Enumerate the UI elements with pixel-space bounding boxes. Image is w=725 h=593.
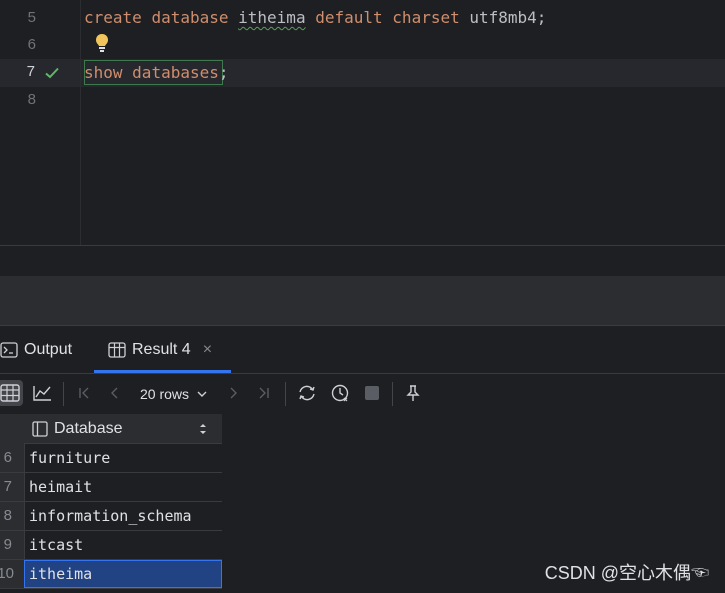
line-number: 6 xyxy=(27,36,36,53)
table-row[interactable]: 9 itcast xyxy=(0,531,222,560)
watermark-text: CSDN @空心木偶☜ xyxy=(544,563,709,583)
code-token: itheima xyxy=(238,8,306,27)
cell-database[interactable]: itcast xyxy=(24,531,222,559)
row-number: 7 xyxy=(0,473,24,501)
grid-header: Database xyxy=(0,414,222,444)
reload-button[interactable] xyxy=(294,380,320,406)
code-token: default xyxy=(315,8,383,27)
toolbar-separator xyxy=(63,382,64,406)
row-number-header[interactable] xyxy=(0,414,24,444)
editor-bottom-space xyxy=(0,246,725,276)
first-page-icon xyxy=(79,387,89,399)
prev-page-button[interactable] xyxy=(102,380,128,406)
close-icon[interactable]: × xyxy=(203,341,212,359)
sort-icon[interactable] xyxy=(198,422,208,436)
tab-result-label: Result 4 xyxy=(132,340,191,358)
column-header-label: Database xyxy=(54,420,123,437)
checkmark-icon xyxy=(45,67,59,79)
page-size-label: 20 rows xyxy=(140,386,190,402)
last-page-icon xyxy=(259,387,269,399)
lightbulb-icon[interactable] xyxy=(93,32,111,54)
results-tab-bar: Output Result 4 × xyxy=(0,326,725,373)
tab-result-4[interactable]: Result 4 × xyxy=(108,326,212,373)
prev-page-icon xyxy=(111,387,118,399)
cell-database[interactable]: itheima xyxy=(24,560,222,588)
code-token: utf8mb4; xyxy=(469,8,547,27)
code-token: charset xyxy=(392,8,460,27)
pin-icon xyxy=(406,385,420,401)
column-icon xyxy=(32,421,48,437)
panel-splitter[interactable] xyxy=(0,276,725,326)
code-token: databases xyxy=(132,63,219,82)
line-number: 8 xyxy=(27,91,36,108)
results-toolbar: 20 rows xyxy=(0,373,725,414)
row-number: 9 xyxy=(0,531,24,559)
column-header-database[interactable]: Database xyxy=(24,414,222,444)
page-size-select[interactable]: 20 rows xyxy=(140,380,209,408)
sql-editor[interactable]: 5 6 7 8 create database itheima default … xyxy=(0,0,725,245)
stop-button[interactable] xyxy=(359,380,385,406)
line-number: 7 xyxy=(26,63,35,80)
last-page-button[interactable] xyxy=(251,380,277,406)
line-number: 5 xyxy=(27,9,36,26)
pin-button[interactable] xyxy=(400,380,426,406)
table-view-button[interactable] xyxy=(0,380,23,406)
first-page-button[interactable] xyxy=(71,380,97,406)
code-token: ; xyxy=(218,63,229,82)
toolbar-separator xyxy=(285,382,286,406)
row-number: 8 xyxy=(0,502,24,530)
row-number: 6 xyxy=(0,444,24,472)
result-grid[interactable]: Database 6 furniture 7 heimait 8 informa… xyxy=(0,414,725,593)
code-token: create xyxy=(84,8,142,27)
cell-database[interactable]: heimait xyxy=(24,473,222,501)
table-row[interactable]: 8 information_schema xyxy=(0,502,222,531)
code-line-7[interactable]: show databases; xyxy=(84,59,229,87)
toolbar-separator xyxy=(392,382,393,406)
code-line-5[interactable]: create database itheima default charset … xyxy=(84,4,546,32)
gutter-separator xyxy=(80,0,81,245)
code-token: show xyxy=(84,63,123,82)
chart-view-icon xyxy=(33,386,51,401)
gutter-line-6[interactable]: 6 xyxy=(0,32,80,60)
chevron-down-icon xyxy=(197,391,207,397)
next-page-button[interactable] xyxy=(220,380,246,406)
chart-view-button[interactable] xyxy=(29,380,55,406)
gutter-line-5[interactable]: 5 xyxy=(0,5,80,33)
gutter-line-8[interactable]: 8 xyxy=(0,87,80,115)
console-icon xyxy=(0,341,18,358)
tab-output[interactable]: Output xyxy=(0,326,72,373)
code-token: database xyxy=(151,8,229,27)
stop-icon xyxy=(365,386,379,400)
table-row[interactable]: 6 furniture xyxy=(0,444,222,473)
cell-database[interactable]: furniture xyxy=(24,444,222,472)
history-icon xyxy=(331,384,349,402)
next-page-icon xyxy=(230,387,237,399)
cell-database[interactable]: information_schema xyxy=(24,502,222,530)
table-view-icon xyxy=(0,384,20,402)
reload-icon xyxy=(299,385,315,401)
table-icon xyxy=(108,341,126,358)
gutter-line-7[interactable]: 7 xyxy=(0,59,80,87)
table-row[interactable]: 7 heimait xyxy=(0,473,222,502)
row-number: 10 xyxy=(0,560,24,588)
table-row-selected[interactable]: 10 itheima xyxy=(0,560,222,589)
tab-output-label: Output xyxy=(24,340,73,358)
history-button[interactable] xyxy=(327,380,353,406)
